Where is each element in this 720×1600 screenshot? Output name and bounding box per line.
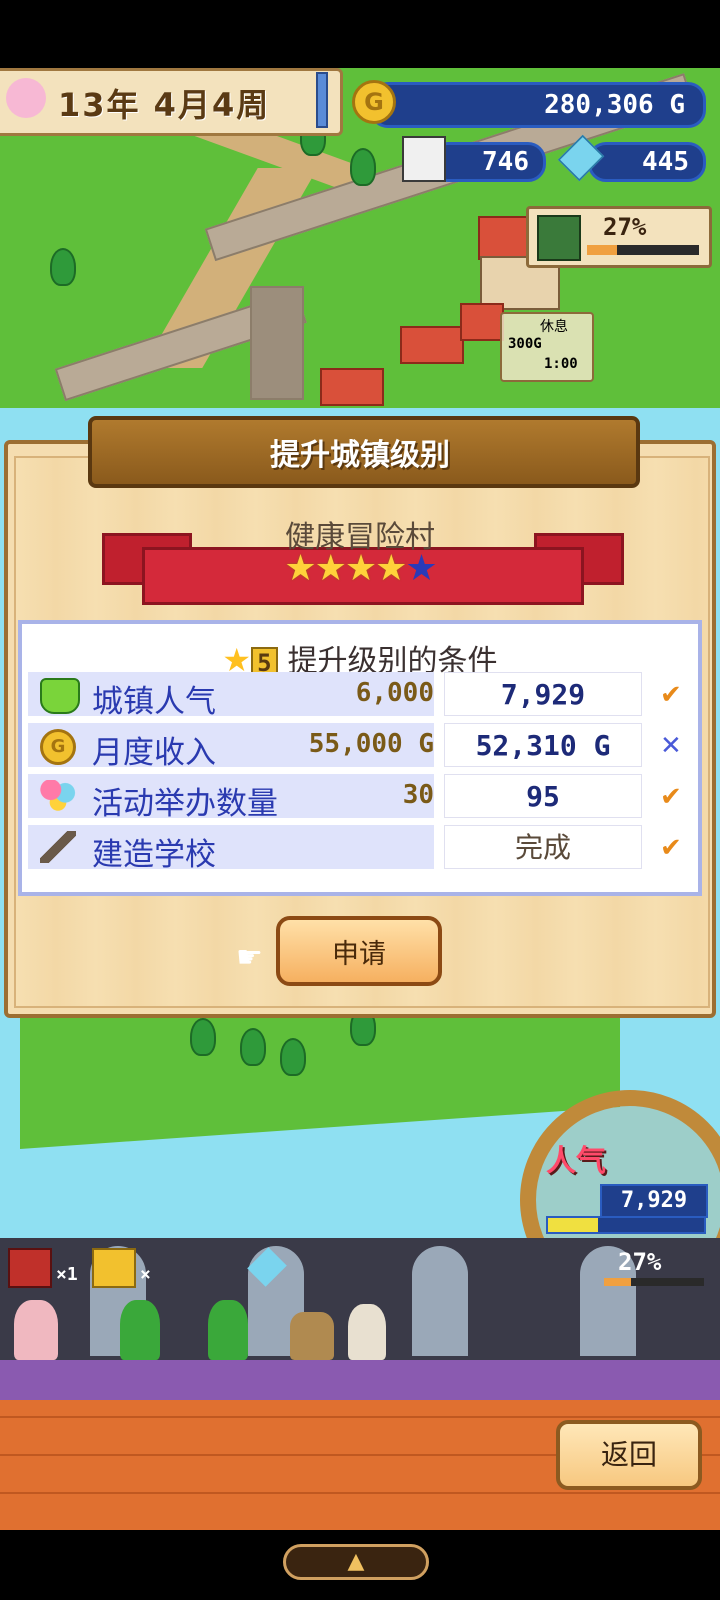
gold-chest-count: ×: [140, 1264, 151, 1285]
watch-tower[interactable]: [250, 286, 304, 400]
gold-chest-icon[interactable]: [92, 1248, 136, 1288]
chest-count: ×1: [56, 1264, 78, 1285]
house-roof: [400, 326, 464, 364]
condition-met-check: ✔: [660, 680, 682, 710]
condition-met-check: ✔: [660, 782, 682, 812]
tree: [240, 1028, 266, 1066]
gold-amount: 280,306 G: [544, 90, 685, 120]
condition-current: 7,929: [444, 672, 642, 716]
condition-required: 30: [402, 780, 434, 810]
cave-icon: [537, 215, 581, 261]
gold-panel: 280,306 G: [370, 82, 706, 128]
gold-coin-icon: G: [40, 729, 76, 765]
population-value: 746: [482, 147, 529, 177]
empty-star: ★: [405, 548, 437, 589]
research-progress-fill: [587, 245, 618, 255]
trophy-icon: [40, 678, 80, 714]
condition-row-popularity: 城镇人气 6,000 7,929: [28, 672, 642, 720]
condition-required: 55,000 G: [308, 729, 434, 759]
condition-current: 95: [444, 774, 642, 818]
apply-button[interactable]: 申请: [276, 916, 442, 986]
condition-required: 6,000: [355, 678, 434, 708]
spearman-character[interactable]: [348, 1304, 386, 1360]
dialog-title: 提升城镇级别: [270, 438, 450, 473]
stump-monster[interactable]: [290, 1312, 334, 1360]
condition-name: 月度收入: [92, 735, 216, 771]
rank-stars: ★★★★★: [142, 548, 578, 589]
hall-window: [412, 1246, 468, 1356]
research-percent: 27%: [603, 213, 647, 241]
blossom-icon: [6, 78, 46, 118]
popularity-value: 7,929: [600, 1184, 708, 1218]
menu-toggle-button[interactable]: ▲: [283, 1544, 429, 1580]
popularity-bar-fill: [548, 1218, 598, 1232]
cost-label: 300G: [508, 336, 542, 352]
timer-label: 1:00: [544, 356, 578, 372]
popularity-bar: [546, 1216, 706, 1234]
condition-met-check: ✔: [660, 833, 682, 863]
condition-current: 52,310 G: [444, 723, 642, 767]
archer-character[interactable]: [14, 1300, 58, 1360]
condition-row-school: 建造学校 完成: [28, 825, 642, 873]
condition-label-cell: 城镇人气 6,000: [28, 672, 434, 720]
hall-progress-fill: [604, 1278, 631, 1286]
tree: [280, 1038, 306, 1076]
tree: [350, 148, 376, 186]
research-panel[interactable]: 27%: [526, 206, 712, 268]
tree: [50, 248, 76, 286]
population-panel: 746: [430, 142, 546, 182]
research-progress-bar: [587, 245, 699, 255]
condition-row-income: G 月度收入 55,000 G 52,310 G: [28, 723, 642, 771]
condition-name: 建造学校: [92, 837, 216, 873]
gold-coin-icon: G: [352, 80, 396, 124]
popularity-label: 人气: [546, 1144, 606, 1179]
hall-progress-bar: [604, 1278, 704, 1286]
crystal-panel: 445: [588, 142, 706, 182]
condition-row-events: 活动举办数量 30 95: [28, 774, 642, 822]
hall-progress-percent: 27%: [618, 1248, 662, 1276]
shop-status[interactable]: 休息 300G 1:00: [500, 312, 594, 382]
house-roof: [320, 368, 384, 406]
house-roof: [460, 303, 504, 341]
condition-label-cell: G 月度收入 55,000 G: [28, 723, 434, 771]
condition-label-cell: 建造学校: [28, 825, 434, 873]
status-bar: [0, 0, 720, 68]
condition-name: 城镇人气: [92, 684, 216, 720]
condition-current: 完成: [444, 825, 642, 869]
balloons-icon: [40, 780, 76, 812]
rest-label: 休息: [540, 319, 568, 335]
condition-label-cell: 活动举办数量 30: [28, 774, 434, 822]
date-progress: [316, 72, 328, 128]
pointing-hand-icon: ☛: [236, 940, 263, 975]
knight-character[interactable]: [120, 1300, 160, 1360]
crystal-value: 445: [642, 147, 689, 177]
tree: [190, 1018, 216, 1056]
date-label: 13年 4月4周: [58, 86, 271, 124]
back-button[interactable]: 返回: [556, 1420, 702, 1490]
hammer-icon: [40, 831, 76, 863]
house-icon: [402, 136, 446, 182]
filled-stars: ★★★★: [284, 548, 407, 589]
mage-character[interactable]: [208, 1300, 248, 1360]
treasure-chest-icon[interactable]: [8, 1248, 52, 1288]
hall-floor: [0, 1360, 720, 1402]
condition-name: 活动举办数量: [92, 786, 278, 822]
condition-unmet-cross: ✕: [660, 731, 682, 761]
